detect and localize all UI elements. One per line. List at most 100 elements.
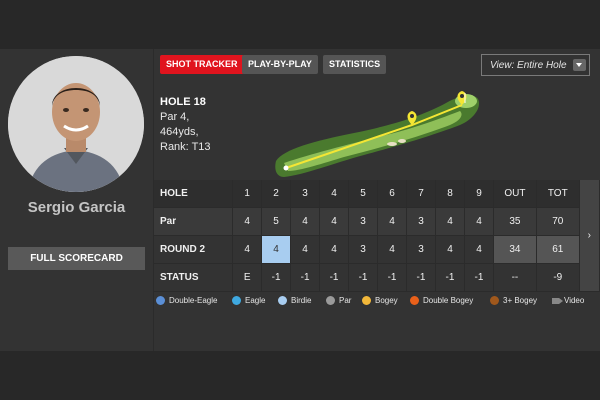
legend-item: Birdie [278, 295, 311, 307]
hole-number: 7 [406, 180, 436, 208]
hole-number: 8 [435, 180, 465, 208]
score-legend: Double-Eagle Eagle Birdie Par Bogey Doub… [154, 295, 600, 311]
par-cell: 4 [290, 207, 321, 236]
legend-item: Double-Eagle [156, 295, 217, 307]
par-cell: 4 [377, 207, 408, 236]
triple-bogey-dot-icon [490, 296, 499, 306]
status-cell: -1 [377, 263, 408, 292]
status-cell: -1 [261, 263, 292, 292]
birdie-dot-icon [278, 296, 287, 306]
par-cell: 3 [348, 207, 379, 236]
tab-play-by-play[interactable]: PLAY-BY-PLAY [242, 55, 318, 74]
legend-label: Video [564, 296, 585, 305]
video-camera-icon [552, 297, 563, 304]
legend-label: Double Bogey [423, 296, 474, 305]
scorecard-table: HOLE 1 2 3 4 5 6 7 8 9 OUT TOT › Par 4 5… [154, 180, 600, 292]
legend-label: 3+ Bogey [503, 296, 538, 305]
total-header: TOT [536, 180, 580, 208]
shot-marker-dot [460, 94, 464, 98]
view-select-value: View: Entire Hole [490, 60, 567, 71]
legend-label: Birdie [291, 296, 312, 305]
scorecard-header-row: HOLE 1 2 3 4 5 6 7 8 9 OUT TOT › [154, 180, 600, 292]
score-cell: 4 [232, 235, 263, 264]
view-select-dropdown[interactable]: View: Entire Hole [481, 54, 590, 76]
par-dot-icon [326, 296, 335, 306]
par-cell: 4 [464, 207, 494, 236]
row-label: HOLE [154, 180, 234, 208]
status-cell: -1 [406, 263, 436, 292]
row-label: ROUND 2 [154, 235, 234, 264]
hole-number: 1 [232, 180, 263, 208]
hole-number: 9 [464, 180, 494, 208]
score-cell: 4 [435, 235, 465, 264]
tee-marker [283, 165, 289, 171]
par-cell: 4 [319, 207, 350, 236]
round-out-cell: 34 [493, 235, 537, 264]
top-background-band [0, 0, 600, 49]
hole-number: 6 [377, 180, 408, 208]
score-cell: 3 [406, 235, 436, 264]
hole-map[interactable] [274, 89, 484, 179]
score-cell: 3 [348, 235, 379, 264]
player-photo-illustration [8, 56, 144, 192]
out-header: OUT [493, 180, 537, 208]
tab-shot-tracker[interactable]: SHOT TRACKER [160, 55, 244, 74]
legend-item: Bogey [362, 295, 398, 307]
bogey-dot-icon [362, 296, 371, 306]
full-scorecard-button[interactable]: FULL SCORECARD [8, 247, 145, 270]
score-cell: 4 [377, 235, 408, 264]
hole-detail-column: SHOT TRACKER PLAY-BY-PLAY STATISTICS Vie… [154, 49, 600, 351]
hole-title: HOLE 18 [160, 96, 206, 108]
round-total-cell: 61 [536, 235, 580, 264]
legend-label: Double-Eagle [169, 296, 218, 305]
par-out-cell: 35 [493, 207, 537, 236]
par-total-cell: 70 [536, 207, 580, 236]
legend-item: Par [326, 295, 351, 307]
hole-yards: 464yds, [160, 126, 199, 138]
hole-info: HOLE 18 Par 4, 464yds, Rank: T13 [160, 95, 211, 155]
par-cell: 3 [406, 207, 436, 236]
bottom-background-band [0, 351, 600, 400]
par-cell: 5 [261, 207, 292, 236]
scorecard-status-row: STATUS E -1 -1 -1 -1 -1 -1 -1 -1 -- -9 [154, 263, 600, 292]
player-scorecard-panel: Sergio Garcia FULL SCORECARD SHOT TRACKE… [0, 49, 600, 351]
hole-number: 2 [261, 180, 292, 208]
player-name: Sergio Garcia [27, 199, 126, 216]
hole-number: 3 [290, 180, 321, 208]
tab-statistics[interactable]: STATISTICS [323, 55, 387, 74]
score-cell: 4 [319, 235, 350, 264]
double-eagle-dot-icon [156, 296, 165, 306]
row-label: STATUS [154, 263, 234, 292]
player-avatar [8, 56, 144, 192]
legend-item: 3+ Bogey [490, 295, 537, 307]
hole-number: 5 [348, 180, 379, 208]
bunker-area [387, 142, 397, 146]
chevron-down-icon [573, 59, 586, 71]
legend-label: Bogey [375, 296, 398, 305]
status-out-cell: -- [493, 263, 537, 292]
status-cell: -1 [290, 263, 321, 292]
par-cell: 4 [435, 207, 465, 236]
legend-item: Video [552, 295, 584, 307]
legend-item: Eagle [232, 295, 265, 307]
status-cell: E [232, 263, 263, 292]
bunker-area [398, 139, 406, 143]
legend-label: Par [339, 296, 352, 305]
legend-item: Double Bogey [410, 295, 473, 307]
status-cell: -1 [348, 263, 379, 292]
hole-number: 4 [319, 180, 350, 208]
status-cell: -1 [464, 263, 494, 292]
status-cell: -1 [319, 263, 350, 292]
score-cell: 4 [464, 235, 494, 264]
hole-rank: Rank: T13 [160, 141, 211, 153]
chevron-right-icon[interactable]: › [579, 180, 600, 292]
score-cell-birdie: 4 [261, 235, 292, 264]
double-bogey-dot-icon [410, 296, 419, 306]
legend-label: Eagle [245, 296, 266, 305]
status-total-cell: -9 [536, 263, 580, 292]
row-label: Par [154, 207, 234, 236]
scorecard-round-row: ROUND 2 4 4 4 4 3 4 3 4 4 34 61 [154, 235, 600, 264]
score-cell: 4 [290, 235, 321, 264]
scorecard-par-row: Par 4 5 4 4 3 4 3 4 4 35 70 [154, 207, 600, 236]
par-cell: 4 [232, 207, 263, 236]
